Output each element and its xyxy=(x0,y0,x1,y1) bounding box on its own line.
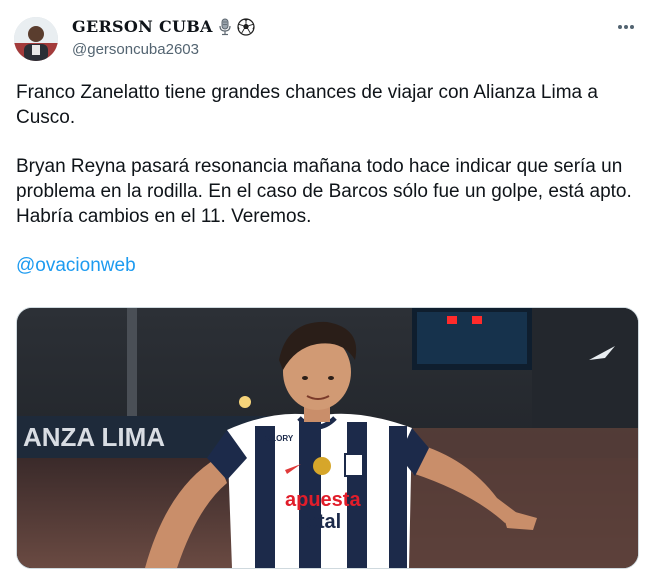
mention-link[interactable]: @ovacionweb xyxy=(16,255,136,276)
jersey-sponsor-line1: apuesta xyxy=(285,489,361,511)
avatar-image xyxy=(14,17,58,61)
photo-player-celebrating: ANZA LIMA GLORY apuesta total xyxy=(17,308,638,568)
tweet-paragraph: Franco Zanelatto tiene grandes chances d… xyxy=(16,82,598,128)
author-handle[interactable]: @gersoncuba2603 xyxy=(72,41,199,58)
avatar[interactable] xyxy=(14,17,58,61)
microphone-icon xyxy=(217,18,233,36)
stadium-sign-text: ANZA LIMA xyxy=(23,422,165,452)
author-name-row[interactable]: GERSON CUBA xyxy=(72,17,255,36)
more-horizontal-icon xyxy=(618,25,634,29)
jersey-brand-text: GLORY xyxy=(265,434,294,443)
tweet-paragraph: Bryan Reyna pasará resonancia mañana tod… xyxy=(16,156,632,227)
jersey-sponsor-line2: total xyxy=(299,511,341,533)
tweet-media-photo[interactable]: ANZA LIMA GLORY apuesta total xyxy=(16,307,639,569)
soccer-ball-icon xyxy=(237,17,255,36)
display-name[interactable]: GERSON CUBA xyxy=(72,17,213,36)
tweet: GERSON CUBA @gersoncuba2603 Franco Zanel… xyxy=(0,0,652,569)
tweet-text: Franco Zanelatto tiene grandes chances d… xyxy=(16,80,636,302)
more-options-button[interactable] xyxy=(616,20,636,34)
